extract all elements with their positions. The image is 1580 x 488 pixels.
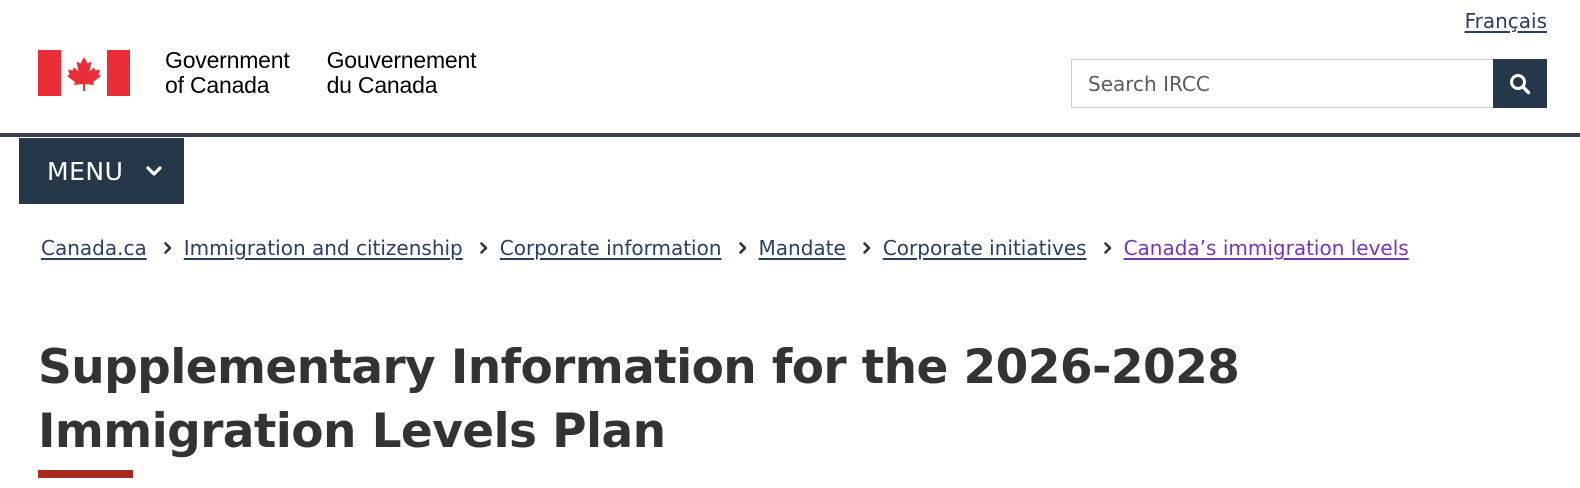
wordmark-fr-line-1: Gouvernement [326, 47, 477, 73]
wordmark-english: Government of Canada [165, 48, 290, 98]
wordmark-en-line-2: of Canada [165, 72, 270, 98]
breadcrumb-item-corporate-initiatives[interactable]: Corporate initiatives [883, 236, 1087, 260]
title-underline [38, 470, 133, 478]
chevron-down-icon [146, 166, 162, 176]
wordmark-en-line-1: Government [165, 47, 290, 73]
breadcrumb-item-immigration[interactable]: Immigration and citizenship [184, 236, 463, 260]
canada-flag-icon [38, 50, 130, 96]
chevron-right-icon [738, 242, 746, 254]
page-title: Supplementary Information for the 2026-2… [38, 340, 1240, 459]
breadcrumb-item-corporate-information[interactable]: Corporate information [500, 236, 722, 260]
search-button[interactable] [1493, 59, 1547, 108]
search-form [1071, 59, 1547, 108]
chevron-right-icon [479, 242, 488, 254]
breadcrumb-item-mandate[interactable]: Mandate [759, 236, 846, 260]
breadcrumb: Canada.ca Immigration and citizenship Co… [41, 236, 1409, 260]
chevron-right-icon [1103, 242, 1111, 254]
breadcrumb-item-canada-ca[interactable]: Canada.ca [41, 236, 147, 260]
page: Français Government of Canada Gouverneme… [0, 0, 1580, 488]
header-divider [0, 133, 1580, 137]
menu-label: MENU [47, 156, 124, 186]
breadcrumb-item-immigration-levels[interactable]: Canada’s immigration levels [1124, 236, 1409, 260]
search-icon [1510, 73, 1531, 94]
search-input[interactable] [1071, 59, 1493, 108]
chevron-right-icon [163, 242, 172, 254]
wordmark-french: Gouvernement du Canada [327, 48, 477, 98]
wordmark-fr-line-2: du Canada [326, 72, 438, 98]
chevron-right-icon [863, 242, 871, 254]
government-signature[interactable]: Government of Canada Gouvernement du Can… [38, 48, 477, 98]
menu-button[interactable]: MENU [19, 138, 184, 204]
language-toggle-link[interactable]: Français [1465, 9, 1547, 33]
